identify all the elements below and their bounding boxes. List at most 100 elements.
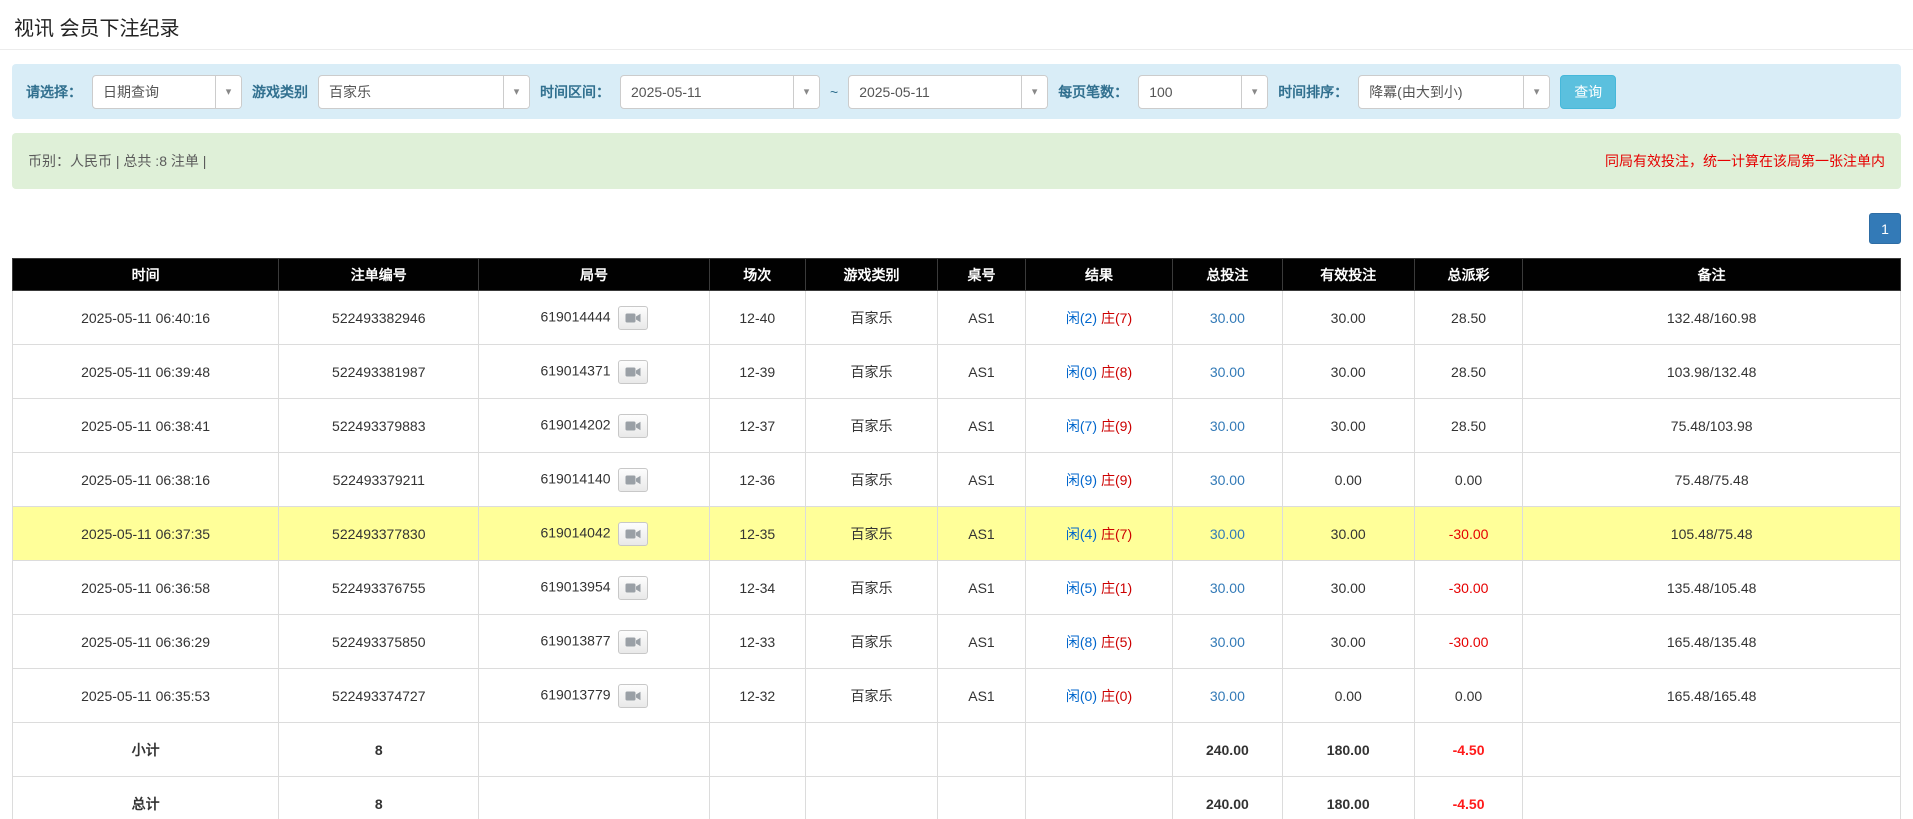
total-bet-cell: 30.00: [1173, 561, 1283, 615]
total-bet-link[interactable]: 30.00: [1210, 526, 1245, 542]
result-banker: 庄(7): [1101, 526, 1132, 542]
result-banker: 庄(0): [1101, 688, 1132, 704]
game-type-cell: 百家乐: [805, 345, 937, 399]
page-size-dropdown[interactable]: ▾: [1138, 75, 1268, 109]
bet-records-table: 时间注单编号局号场次游戏类别桌号结果总投注有效投注总派彩备注 2025-05-1…: [12, 258, 1901, 819]
select-mode-dropdown[interactable]: ▾: [92, 75, 242, 109]
time-cell: 2025-05-11 06:37:35: [13, 507, 279, 561]
payout-cell: -30.00: [1414, 507, 1523, 561]
date-to-dropdown[interactable]: ▾: [848, 75, 1048, 109]
game-type-label: 游戏类别: [252, 82, 308, 102]
bet-id-cell: 522493381987: [279, 345, 479, 399]
total-bet-link[interactable]: 30.00: [1210, 418, 1245, 434]
date-to-value[interactable]: [849, 76, 1021, 108]
video-camera-icon: [625, 528, 641, 540]
chevron-down-icon[interactable]: ▾: [1523, 76, 1549, 108]
subtotal-label: 小计: [13, 723, 279, 777]
column-header: 局号: [479, 259, 709, 291]
table-no-cell: AS1: [938, 669, 1026, 723]
total-bet-link[interactable]: 30.00: [1210, 472, 1245, 488]
sort-order-value[interactable]: [1359, 76, 1523, 108]
date-range-separator: ~: [830, 84, 838, 100]
video-replay-button[interactable]: [618, 468, 648, 492]
page-1-button[interactable]: 1: [1869, 213, 1901, 244]
total-bet-link[interactable]: 30.00: [1210, 580, 1245, 596]
column-header: 结果: [1025, 259, 1172, 291]
result-cell: 闲(0)庄(8): [1025, 345, 1172, 399]
column-header: 总投注: [1173, 259, 1283, 291]
video-camera-icon: [625, 690, 641, 702]
table-row[interactable]: 2025-05-11 06:36:29 522493375850 6190138…: [13, 615, 1901, 669]
round-id: 619013954: [540, 578, 610, 594]
table-row[interactable]: 2025-05-11 06:37:35 522493377830 6190140…: [13, 507, 1901, 561]
total-bet-cell: 30.00: [1173, 399, 1283, 453]
game-type-cell: 百家乐: [805, 615, 937, 669]
total-row: 总计 8 240.00 180.00 -4.50: [13, 777, 1901, 819]
total-bet-link[interactable]: 30.00: [1210, 634, 1245, 650]
video-replay-button[interactable]: [618, 522, 648, 546]
table-row[interactable]: 2025-05-11 06:36:58 522493376755 6190139…: [13, 561, 1901, 615]
game-type-value[interactable]: [319, 76, 503, 108]
table-row[interactable]: 2025-05-11 06:38:41 522493379883 6190142…: [13, 399, 1901, 453]
video-replay-button[interactable]: [618, 414, 648, 438]
total-bet-link[interactable]: 30.00: [1210, 688, 1245, 704]
payout-cell: 28.50: [1414, 345, 1523, 399]
total-bet-cell: 30.00: [1173, 615, 1283, 669]
valid-bet-cell: 30.00: [1282, 615, 1414, 669]
date-from-dropdown[interactable]: ▾: [620, 75, 820, 109]
chevron-down-icon[interactable]: ▾: [503, 76, 529, 108]
video-replay-button[interactable]: [618, 306, 648, 330]
game-type-cell: 百家乐: [805, 399, 937, 453]
table-row[interactable]: 2025-05-11 06:40:16 522493382946 6190144…: [13, 291, 1901, 345]
subtotal-total-bet: 240.00: [1173, 723, 1283, 777]
session-cell: 12-40: [709, 291, 805, 345]
result-player: 闲(0): [1066, 688, 1097, 704]
bet-id-cell: 522493376755: [279, 561, 479, 615]
table-no-cell: AS1: [938, 291, 1026, 345]
video-replay-button[interactable]: [618, 684, 648, 708]
bet-id-cell: 522493379883: [279, 399, 479, 453]
date-from-value[interactable]: [621, 76, 793, 108]
video-replay-button[interactable]: [618, 576, 648, 600]
column-header: 场次: [709, 259, 805, 291]
table-row[interactable]: 2025-05-11 06:39:48 522493381987 6190143…: [13, 345, 1901, 399]
video-camera-icon: [625, 636, 641, 648]
table-row[interactable]: 2025-05-11 06:35:53 522493374727 6190137…: [13, 669, 1901, 723]
chevron-down-icon[interactable]: ▾: [215, 76, 241, 108]
bet-id-cell: 522493374727: [279, 669, 479, 723]
total-bet-link[interactable]: 30.00: [1210, 310, 1245, 326]
payout-cell: -30.00: [1414, 561, 1523, 615]
game-type-cell: 百家乐: [805, 561, 937, 615]
game-type-dropdown[interactable]: ▾: [318, 75, 530, 109]
video-replay-button[interactable]: [618, 630, 648, 654]
search-button[interactable]: 查询: [1560, 75, 1616, 109]
subtotal-valid-bet: 180.00: [1282, 723, 1414, 777]
round-cell: 619013877: [479, 615, 709, 669]
video-replay-button[interactable]: [618, 360, 648, 384]
sort-order-dropdown[interactable]: ▾: [1358, 75, 1550, 109]
result-player: 闲(9): [1066, 472, 1097, 488]
round-id: 619014140: [540, 470, 610, 486]
result-cell: 闲(4)庄(7): [1025, 507, 1172, 561]
video-camera-icon: [625, 582, 641, 594]
remark-cell: 105.48/75.48: [1523, 507, 1901, 561]
valid-bet-cell: 30.00: [1282, 291, 1414, 345]
total-bet-cell: 30.00: [1173, 669, 1283, 723]
bet-id-cell: 522493377830: [279, 507, 479, 561]
subtotal-payout: -4.50: [1414, 723, 1523, 777]
result-player: 闲(2): [1066, 310, 1097, 326]
page-size-value[interactable]: [1139, 76, 1241, 108]
result-banker: 庄(1): [1101, 580, 1132, 596]
time-cell: 2025-05-11 06:38:16: [13, 453, 279, 507]
chevron-down-icon[interactable]: ▾: [1241, 76, 1267, 108]
column-header: 游戏类别: [805, 259, 937, 291]
total-bet-link[interactable]: 30.00: [1210, 364, 1245, 380]
table-row[interactable]: 2025-05-11 06:38:16 522493379211 6190141…: [13, 453, 1901, 507]
time-cell: 2025-05-11 06:36:58: [13, 561, 279, 615]
valid-bet-cell: 0.00: [1282, 669, 1414, 723]
result-banker: 庄(5): [1101, 634, 1132, 650]
chevron-down-icon[interactable]: ▾: [1021, 76, 1047, 108]
select-mode-value[interactable]: [93, 76, 215, 108]
result-cell: 闲(5)庄(1): [1025, 561, 1172, 615]
chevron-down-icon[interactable]: ▾: [793, 76, 819, 108]
